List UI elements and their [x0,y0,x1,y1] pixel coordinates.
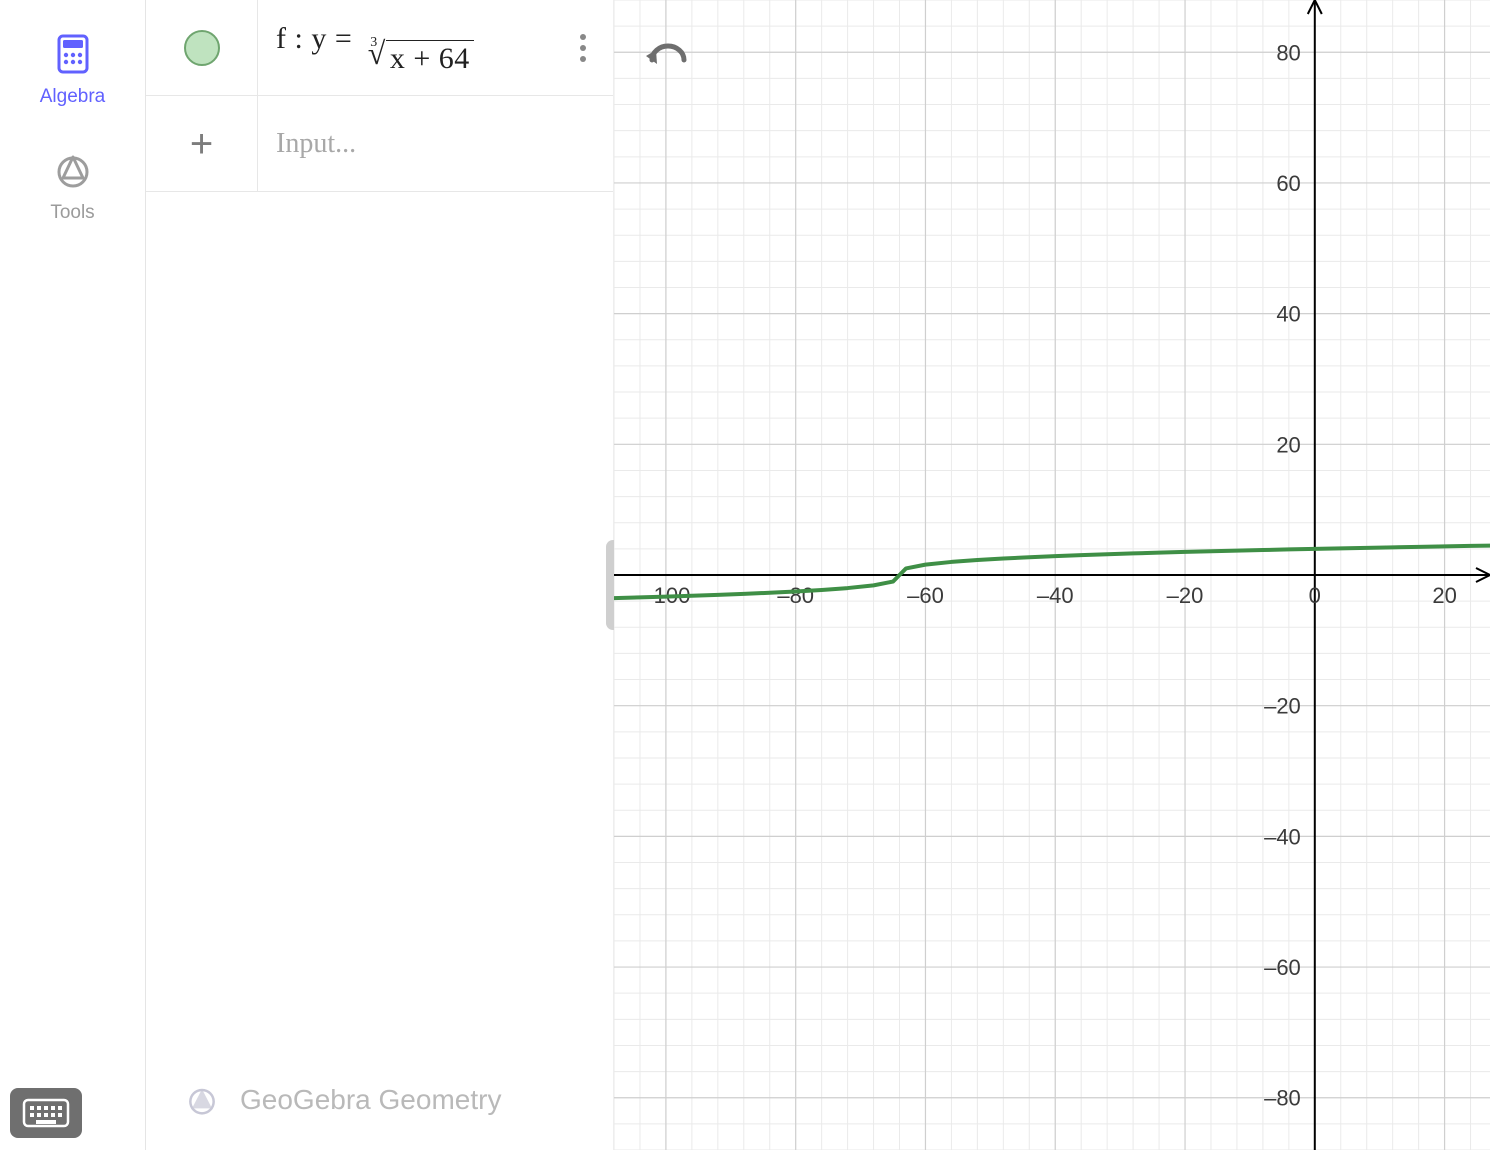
algebra-row-input[interactable]: + Input... [146,96,613,192]
row-more-button[interactable] [569,26,597,70]
svg-text:–60: –60 [907,583,944,608]
tab-label: Tools [50,202,94,224]
tab-label: Algebra [40,86,106,108]
svg-text:–80: –80 [777,583,814,608]
left-tabbar: Algebra Tools [0,0,146,1150]
equation-prefix: f : y = [276,22,352,55]
keyboard-icon [22,1098,70,1128]
geogebra-logo-icon [182,1080,222,1120]
visibility-toggle[interactable] [146,0,258,95]
svg-text:–60: –60 [1264,955,1301,980]
algebra-panel: f : y = 3 √ x + 64 + Input... [146,0,614,1150]
algebra-row-equation[interactable]: f : y = 3 √ x + 64 [146,0,613,96]
svg-text:–20: –20 [1167,583,1204,608]
svg-text:–20: –20 [1264,694,1301,719]
graph-canvas[interactable]: –100–80–60–40–20020–80–60–40–2020406080 [614,0,1490,1150]
virtual-keyboard-button[interactable] [10,1088,82,1138]
tools-icon [49,146,97,194]
svg-text:–80: –80 [1264,1086,1301,1111]
calculator-icon [49,30,97,78]
tab-algebra[interactable]: Algebra [40,30,106,108]
equation-display: f : y = 3 √ x + 64 [276,22,474,74]
svg-text:20: 20 [1432,583,1456,608]
svg-text:0: 0 [1309,583,1321,608]
tab-tools[interactable]: Tools [49,146,97,224]
plus-icon: + [190,124,213,164]
svg-text:–40: –40 [1264,824,1301,849]
visibility-dot-icon [184,30,220,66]
undo-icon [644,40,692,80]
radicand: x + 64 [386,40,474,76]
svg-text:40: 40 [1276,302,1300,327]
svg-text:80: 80 [1276,40,1300,65]
brand-text: GeoGebra Geometry [240,1084,501,1116]
brand-footer: GeoGebra Geometry [146,1080,613,1120]
svg-text:60: 60 [1276,171,1300,196]
svg-text:20: 20 [1276,432,1300,457]
input-field[interactable]: Input... [258,128,613,160]
add-row-button[interactable]: + [146,96,258,191]
svg-text:–40: –40 [1037,583,1074,608]
